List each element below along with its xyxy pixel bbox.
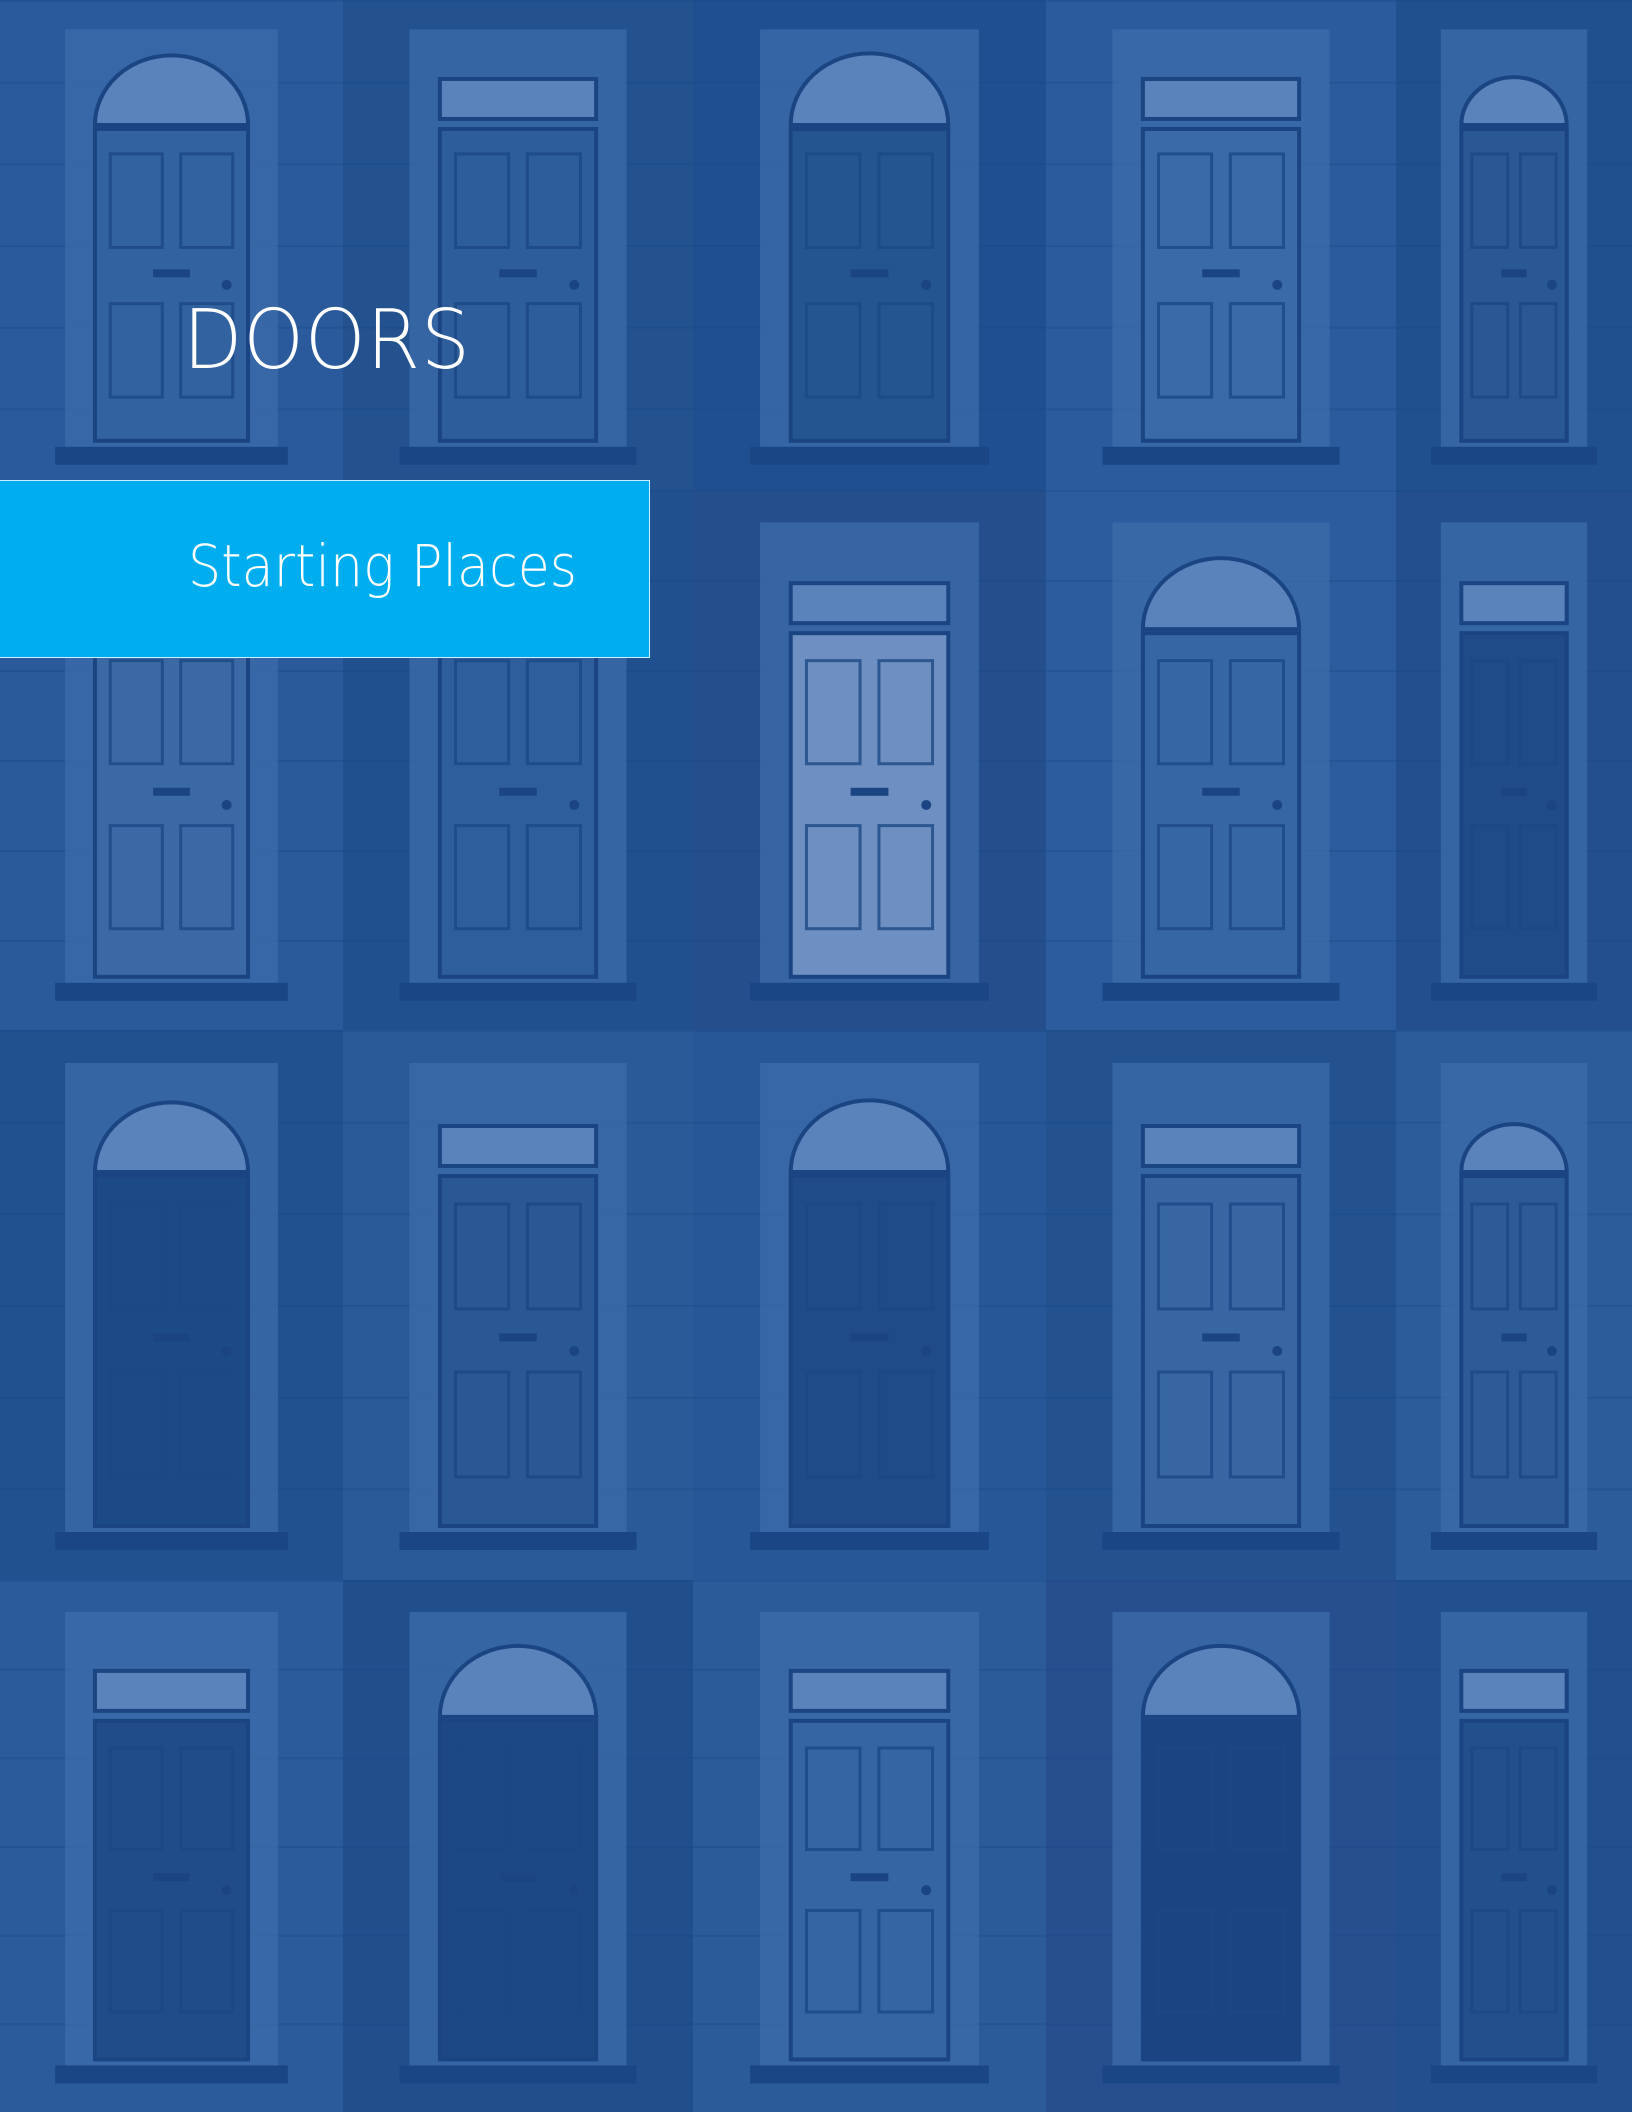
door-photo-tile (1396, 0, 1632, 490)
door-photo-tile (693, 1030, 1046, 1580)
door-photo-tile (1396, 1580, 1632, 2112)
door-photo-tile (0, 1580, 343, 2112)
cover-subtitle: Starting Places (188, 532, 578, 600)
door-photo-tile (1046, 0, 1396, 490)
door-photo-tile (1396, 1030, 1632, 1580)
door-photo-tile (0, 1030, 343, 1580)
door-photo-tile (343, 1030, 693, 1580)
subtitle-band: Starting Places (0, 480, 650, 658)
door-photo-tile (1046, 1580, 1396, 2112)
door-photo-tile (343, 0, 693, 490)
door-photo-tile (0, 0, 343, 490)
door-photo-tile (693, 490, 1046, 1030)
cover-page: DOORS Starting Places (0, 0, 1632, 2112)
door-photo-tile (343, 1580, 693, 2112)
cover-title: DOORS (183, 293, 471, 388)
door-photo-tile (1396, 490, 1632, 1030)
door-photo-tile (1046, 490, 1396, 1030)
door-photo-tile (693, 0, 1046, 490)
door-photo-tile (693, 1580, 1046, 2112)
door-photo-tile (1046, 1030, 1396, 1580)
